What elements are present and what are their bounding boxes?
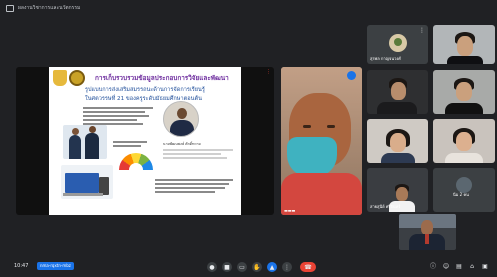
participant-tile-8[interactable]: นิ่ม 2 คน [433, 168, 495, 212]
presentation-slide: การเก็บรวบรวมข้อมูลประกอบการวิจัยและพัฒน… [49, 67, 241, 215]
lock-icon[interactable]: ▣ [481, 263, 489, 271]
self-face [421, 220, 433, 235]
participant-tile-4[interactable] [433, 70, 495, 114]
more-vert-icon[interactable]: ⋮ [266, 70, 271, 75]
participant-face [456, 132, 472, 151]
window-icon [6, 5, 14, 12]
laptop-image [61, 165, 113, 199]
active-speaker-tile[interactable]: ▬▬▬ [281, 67, 362, 215]
people-icon[interactable]: ☺ [442, 263, 450, 271]
self-view-tile[interactable] [399, 214, 456, 250]
participant-tile-1[interactable]: สุรพล กาญจนวงศ์ ⋮ [367, 25, 428, 64]
top-bar: ผลงานวิชาการและนวัตกรรม [0, 0, 497, 18]
present-icon[interactable]: ▲ [267, 262, 277, 272]
seal-logo [69, 70, 85, 86]
participant-name: สุรพล กาญจนวงศ์ [370, 56, 401, 61]
more-vert-icon[interactable]: ⋮ [419, 28, 425, 34]
participant-face [457, 36, 473, 56]
teacher-photo [63, 125, 107, 159]
info-icon[interactable]: ⓘ [429, 263, 437, 271]
mic-icon[interactable]: ● [207, 262, 217, 272]
participant-tile-7[interactable]: สายสุนีย์ ศรีจันทร์ [367, 168, 428, 212]
participant-face [391, 82, 406, 100]
bottom-controls-bar: 10:47 nma-rqxtn-mbz ● ■ ▭ ✋ ▲ ⋮ ☎ ⓘ ☺ ▤ … [0, 258, 497, 277]
call-end-icon[interactable]: ☎ [300, 262, 316, 272]
camera-icon[interactable]: ■ [222, 262, 232, 272]
university-logo [53, 70, 67, 86]
meeting-title: ผลงานวิชาการและนวัตกรรม [18, 5, 81, 11]
presenter-photo [163, 101, 199, 137]
participant-name: สายสุนีย์ ศรีจันทร์ [370, 204, 401, 209]
captions-icon[interactable]: ▭ [237, 262, 247, 272]
participant-tile-3[interactable] [367, 70, 428, 114]
presenter-block: นายพัฒนพงษ์ ศักดิ์ทวาย [163, 141, 233, 159]
more-options-icon[interactable]: ⋮ [282, 262, 292, 272]
slide-subtitle: รูปแบบการส่งเสริมสมรรถนะด้านการจัดการเรี… [85, 87, 205, 93]
presentation-tile[interactable]: การเก็บรวบรวมข้อมูลประกอบการวิจัยและพัฒน… [16, 67, 274, 215]
participant-tile-5[interactable] [367, 119, 428, 163]
activities-icon[interactable]: ⌂ [468, 263, 476, 271]
raise-hand-icon[interactable]: ✋ [252, 262, 262, 272]
slide-title: การเก็บรวบรวมข้อมูลประกอบการวิจัยและพัฒน… [95, 74, 229, 82]
presenter-name: นายพัฒนพงษ์ ศักดิ์ทวาย [163, 142, 201, 146]
participant-face [396, 187, 408, 201]
slide-footer-text [155, 179, 235, 195]
participant-name: นิ่ม 2 คน [453, 192, 469, 197]
participant-face [390, 133, 406, 152]
meeting-time: 10:47 [14, 263, 29, 269]
speaker-name: ▬▬▬ [284, 208, 296, 213]
face-mask [287, 137, 337, 177]
speaking-indicator-icon [347, 71, 356, 80]
participant-face [456, 82, 472, 101]
slide-body-text [83, 107, 155, 127]
participant-tile-6[interactable] [433, 119, 495, 163]
meeting-code: nma-rqxtn-mbz [37, 262, 74, 270]
chat-icon[interactable]: ▤ [455, 263, 463, 271]
photo-caption [113, 141, 151, 149]
participant-tile-2[interactable] [433, 25, 495, 64]
